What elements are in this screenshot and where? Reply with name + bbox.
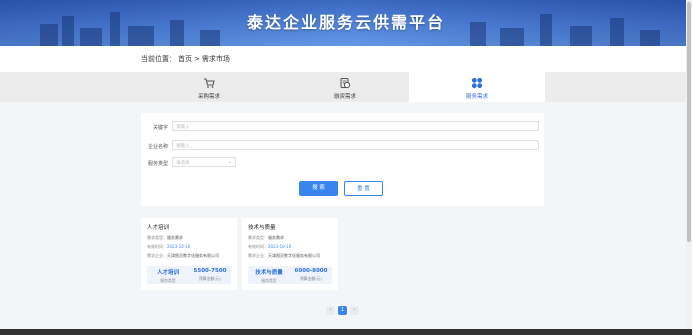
chevron-down-icon: ⌄ — [227, 159, 232, 165]
keyword-placeholder: 请输入 — [176, 125, 190, 130]
card-type-value: 服务需求 — [167, 235, 183, 240]
tab-finance[interactable]: 融资需求 — [277, 72, 413, 102]
finance-icon — [340, 78, 351, 89]
stat-label: 预算金额(元) — [199, 276, 221, 281]
category-tabs: 采购需求 融资需求 服务需求 — [0, 72, 692, 102]
prev-page-button[interactable]: < — [326, 306, 335, 315]
breadcrumb-home-link[interactable]: 首页 — [178, 55, 192, 63]
keyword-label: 关键字 — [152, 125, 168, 131]
search-form: 关键字 请输入 企业名称 请输入... 服务类型 请选择 ⌄ 搜 索 重 置 — [141, 113, 544, 206]
card-date-line: 有效时间：2023-10-10 — [147, 244, 190, 250]
card-stats: 人才培训 服务类型 5500-7500 预算金额(元) — [147, 266, 231, 284]
card-title: 技术与质量 — [248, 225, 276, 231]
card-title: 人才培训 — [147, 225, 170, 231]
card-company-line: 需求企业：天津图灵数字化服务有限公司 — [147, 253, 219, 259]
card-stat-service-type: 技术与质量 服务类型 — [248, 268, 290, 284]
card-date-line: 有效时间：2023-10-10 — [248, 244, 291, 250]
card-stat-service-type: 人才培训 服务类型 — [147, 268, 189, 284]
tab-purchase-label: 采购需求 — [197, 94, 220, 100]
keyword-input[interactable]: 请输入 — [172, 121, 539, 131]
service-type-label: 服务类型 — [147, 161, 168, 167]
stat-label: 服务类型 — [261, 278, 277, 283]
stat-value: 人才培训 — [156, 270, 179, 276]
tab-service[interactable]: 服务需求 — [409, 72, 545, 102]
company-label: 企业名称 — [147, 144, 168, 150]
company-input[interactable]: 请输入... — [172, 140, 539, 150]
scrollbar-thumb[interactable] — [687, 2, 691, 242]
demand-card[interactable]: 人才培训 需求类型：服务需求 有效时间：2023-10-10 需求企业：天津图灵… — [141, 218, 237, 290]
breadcrumb-separator: > — [194, 55, 200, 63]
breadcrumb-current: 需求市场 — [201, 55, 230, 63]
service-type-select[interactable]: 请选择 ⌄ — [172, 157, 236, 167]
reset-button[interactable]: 重 置 — [344, 181, 383, 196]
card-date-value: 2023-10-10 — [268, 244, 292, 249]
stat-value: 5500-7500 — [193, 268, 227, 274]
card-type-line: 需求类型：服务需求 — [248, 235, 284, 241]
card-date-label: 有效时间： — [147, 244, 167, 249]
next-page-button[interactable]: > — [350, 306, 359, 315]
cart-icon — [204, 78, 215, 88]
card-date-label: 有效时间： — [248, 244, 268, 249]
card-type-line: 需求类型：服务需求 — [147, 235, 183, 241]
card-company-value: 天津图灵数字化服务有限公司 — [167, 253, 219, 258]
card-stats: 技术与质量 服务类型 6000-8000 预算金额(元) — [248, 266, 332, 284]
header-banner: 泰达企业服务云供需平台 — [0, 0, 692, 46]
grid-clover-icon — [471, 77, 483, 89]
tab-service-label: 服务需求 — [465, 94, 488, 100]
card-company-line: 需求企业：天津图灵数字化服务有限公司 — [248, 253, 320, 259]
card-type-label: 需求类型： — [248, 235, 268, 240]
service-type-placeholder: 请选择 — [176, 161, 190, 166]
breadcrumb-bar: 当前位置： 首页 > 需求市场 — [0, 46, 692, 72]
card-stat-budget: 5500-7500 预算金额(元) — [189, 268, 231, 282]
card-type-value: 服务需求 — [268, 235, 284, 240]
vertical-scrollbar[interactable] — [686, 0, 692, 335]
card-stat-budget: 6000-8000 预算金额(元) — [290, 268, 332, 282]
platform-title: 泰达企业服务云供需平台 — [246, 13, 445, 32]
page-1-button[interactable]: 1 — [338, 306, 347, 315]
stat-value: 技术与质量 — [255, 270, 283, 276]
card-type-label: 需求类型： — [147, 235, 167, 240]
breadcrumb-prefix: 当前位置： — [141, 55, 176, 63]
demand-card[interactable]: 技术与质量 需求类型：服务需求 有效时间：2023-10-10 需求企业：天津图… — [242, 218, 338, 290]
stat-label: 服务类型 — [160, 278, 176, 283]
card-company-label: 需求企业： — [147, 253, 167, 258]
footer-bar — [0, 329, 692, 335]
search-button[interactable]: 搜 索 — [299, 181, 338, 196]
stat-label: 预算金额(元) — [300, 276, 322, 281]
company-placeholder: 请输入... — [176, 144, 194, 149]
tab-finance-label: 融资需求 — [333, 94, 356, 100]
breadcrumb: 当前位置： 首页 > 需求市场 — [141, 54, 232, 64]
card-company-value: 天津图灵数字化服务有限公司 — [268, 253, 320, 258]
tab-purchase[interactable]: 采购需求 — [141, 72, 277, 102]
card-date-value: 2023-10-10 — [167, 244, 191, 249]
card-company-label: 需求企业： — [248, 253, 268, 258]
stat-value: 6000-8000 — [294, 268, 328, 274]
